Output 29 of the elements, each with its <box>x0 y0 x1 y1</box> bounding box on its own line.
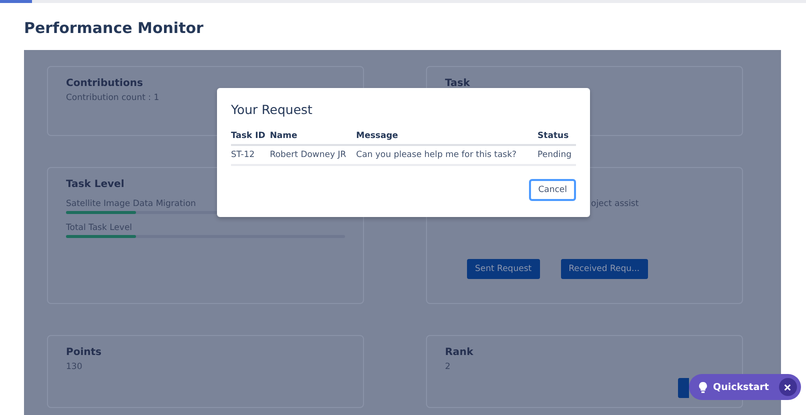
column-header: Task ID <box>231 129 270 145</box>
table-cell: Pending <box>538 145 576 165</box>
column-header: Name <box>270 129 356 145</box>
dialog-title: Your Request <box>231 102 314 117</box>
table-cell: Robert Downey JR <box>270 145 356 165</box>
cancel-button[interactable]: Cancel <box>529 179 576 201</box>
table-cell: ST-12 <box>231 145 270 165</box>
request-button[interactable]: Sent Request <box>467 259 540 279</box>
column-header: Status <box>538 129 576 145</box>
table-cell: Can you please help me for this task? <box>356 145 538 165</box>
progress-label: Satellite Image Data Migration <box>66 199 197 209</box>
page-title: Performance Monitor <box>23 18 204 39</box>
card-title: Task Level <box>66 179 126 190</box>
quickstart-label: Quickstart <box>713 382 769 392</box>
quickstart-button[interactable]: Quickstart <box>689 374 801 400</box>
card-text: oject assist <box>590 199 640 209</box>
card-title: Task <box>445 78 471 89</box>
card-value: 130 <box>66 362 84 372</box>
lightbulb-icon <box>699 382 707 392</box>
card-title: Points <box>66 347 102 358</box>
card-title: Contributions <box>66 78 144 89</box>
top-tab-indicator <box>0 0 32 3</box>
card-value: 2 <box>445 362 452 372</box>
card-title: Rank <box>445 347 474 358</box>
request-button[interactable]: Received Requ... <box>560 259 648 279</box>
progress-label: Total Task Level <box>66 223 134 233</box>
close-icon[interactable] <box>778 378 797 396</box>
column-header: Message <box>356 129 538 145</box>
card-value: Contribution count : 1 <box>66 93 160 103</box>
